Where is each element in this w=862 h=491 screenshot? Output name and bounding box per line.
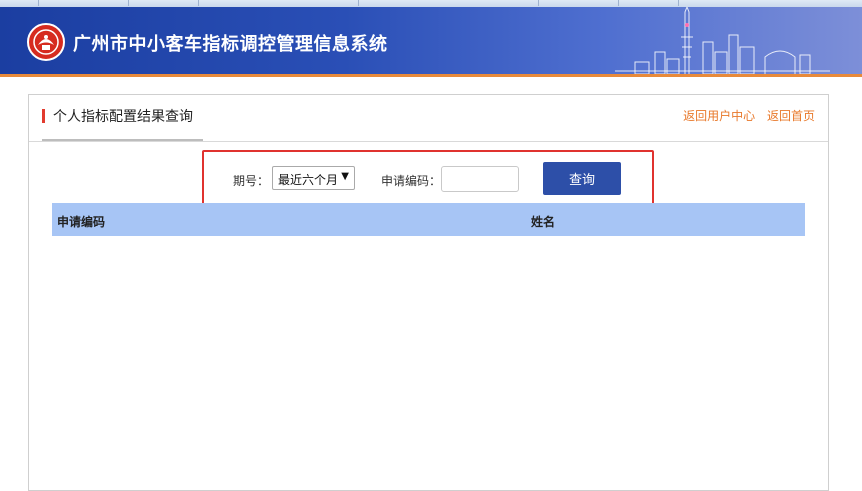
- browser-tab[interactable]: [358, 0, 539, 6]
- results-table-header: 申请编码 姓名: [52, 203, 805, 236]
- browser-tab[interactable]: [128, 0, 199, 6]
- query-button[interactable]: 查询: [543, 162, 621, 195]
- panel-title: 个人指标配置结果查询: [53, 109, 193, 125]
- browser-tab[interactable]: [198, 0, 359, 6]
- header-links: 返回用户中心 返回首页: [675, 107, 815, 124]
- title-underline: [42, 139, 203, 141]
- dropdown-arrow-icon: ▼: [341, 171, 349, 182]
- application-code-label: 申请编码：: [381, 174, 442, 188]
- city-skyline-icon: [615, 7, 830, 74]
- site-title: 广州市中小客车指标调控管理信息系统: [73, 34, 388, 55]
- browser-tab[interactable]: [618, 0, 679, 6]
- back-to-user-center-link[interactable]: 返回用户中心: [683, 109, 755, 123]
- browser-tab[interactable]: [38, 0, 129, 6]
- period-label: 期号：: [233, 174, 270, 188]
- column-header-application-code: 申请编码: [57, 215, 106, 229]
- column-header-name: 姓名: [531, 215, 556, 229]
- site-header: 广州市中小客车指标调控管理信息系统: [0, 7, 862, 77]
- application-code-input[interactable]: [441, 166, 519, 192]
- period-select[interactable]: 最近六个月 ▼: [272, 166, 355, 190]
- browser-tab[interactable]: [538, 0, 619, 6]
- panel-header: 个人指标配置结果查询 返回用户中心 返回首页: [29, 95, 828, 142]
- browser-tab[interactable]: [0, 0, 39, 6]
- period-select-value: 最近六个月: [278, 173, 339, 187]
- emblem-icon: [27, 23, 65, 61]
- back-to-home-link[interactable]: 返回首页: [767, 109, 815, 123]
- title-accent-bar: [42, 109, 45, 123]
